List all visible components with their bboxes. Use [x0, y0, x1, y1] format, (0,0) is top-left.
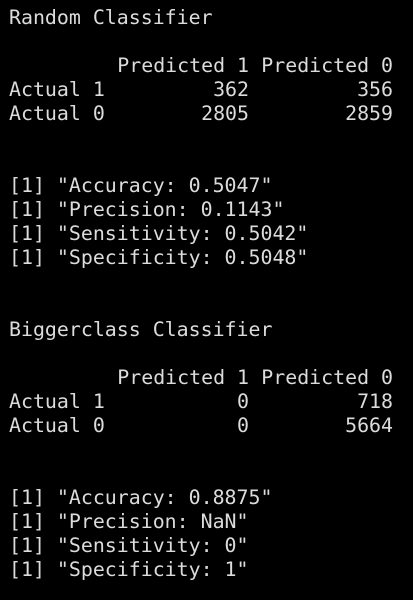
r-console-output: Random Classifier Predicted 1 Predicted … — [9, 0, 409, 590]
matrix-cell: 2859 — [345, 102, 393, 125]
confusion-matrix-header: Predicted 1 Predicted 0 — [9, 54, 409, 78]
matrix-cell: 2805 — [201, 102, 249, 125]
matrix-cell: 0 — [237, 390, 249, 413]
column-header: Predicted 1 — [117, 54, 249, 77]
metric-line: [1] "Accuracy: 0.5047" — [9, 174, 273, 197]
matrix-cell: 718 — [357, 390, 393, 413]
confusion-matrix-row: Actual 0 2805 2859 — [9, 102, 409, 126]
row-label: Actual 1 — [9, 390, 105, 413]
matrix-cell: 5664 — [345, 414, 393, 437]
metric-line: [1] "Sensitivity: 0.5042" — [9, 222, 309, 245]
confusion-matrix-header: Predicted 1 Predicted 0 — [9, 366, 409, 390]
metric-line: [1] "Sensitivity: 0" — [9, 534, 249, 557]
confusion-matrix-row: Actual 1 362 356 — [9, 78, 409, 102]
section-title: Biggerclass Classifier — [9, 318, 273, 341]
column-header: Predicted 0 — [261, 54, 393, 77]
metric-line: [1] "Accuracy: 0.8875" — [9, 486, 273, 509]
matrix-cell: 362 — [213, 78, 249, 101]
column-header: Predicted 0 — [261, 366, 393, 389]
metric-line: [1] "Precision: 0.1143" — [9, 198, 285, 221]
row-label: Actual 0 — [9, 102, 105, 125]
metric-line: [1] "Precision: NaN" — [9, 510, 249, 533]
column-header: Predicted 1 — [117, 366, 249, 389]
metric-line: [1] "Specificity: 1" — [9, 558, 249, 581]
matrix-cell: 356 — [357, 78, 393, 101]
matrix-cell: 0 — [237, 414, 249, 437]
row-label: Actual 0 — [9, 414, 105, 437]
metric-line: [1] "Specificity: 0.5048" — [9, 246, 309, 269]
row-label: Actual 1 — [9, 78, 105, 101]
section-title: Random Classifier — [9, 6, 213, 29]
confusion-matrix-row: Actual 0 0 5664 — [9, 414, 409, 438]
confusion-matrix-row: Actual 1 0 718 — [9, 390, 409, 414]
